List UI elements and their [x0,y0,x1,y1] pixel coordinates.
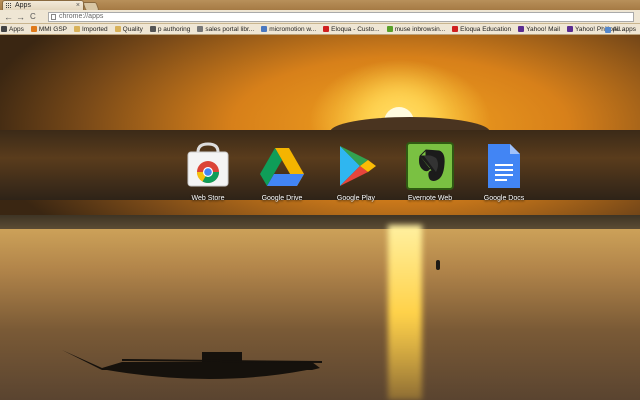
app-label: Google Drive [261,195,303,202]
bookmark-item[interactable]: MMI GSP [30,24,67,34]
app-web-store[interactable]: Web Store [172,142,244,202]
evernote-icon [406,142,454,190]
yahoo-icon [518,26,525,32]
google-docs-icon [480,142,528,190]
app-google-drive[interactable]: Google Drive [246,142,318,202]
eloqua-icon [452,26,459,32]
tab-title: Apps [15,2,31,9]
bookmark-label: Imported [82,25,108,33]
bookmark-item[interactable]: muse inbrowsin... [386,24,446,34]
page-icon [261,26,268,32]
google-drive-icon [258,142,306,190]
close-tab-icon[interactable]: × [76,1,80,10]
bookmark-item[interactable]: sales portal libr... [196,24,255,34]
apps-grid-icon [6,3,12,9]
apps-grid: Web Store Google Drive Google Play Evern… [0,142,640,212]
bookmark-item[interactable]: Yahoo! Mail [517,24,560,34]
bookmark-item[interactable]: Eloqua - Custo... [322,24,380,34]
app-google-play[interactable]: Google Play [320,142,392,202]
bookmark-item[interactable]: Quality [114,24,143,34]
bookmark-label: Quality [122,25,143,33]
bookmark-label: p authoring [157,25,191,33]
bookmark-item[interactable]: Apps [0,24,24,34]
chrome-web-store-icon [184,142,232,190]
sunset-background [0,35,640,400]
bookmarks-bar: Apps MMI GSP Imported Quality p authoring sal… [0,24,640,35]
app-label: Google Docs [483,195,525,202]
toolbar: ← → C chrome://apps [0,10,640,24]
title-bar: Apps × [0,0,640,11]
bookmark-item[interactable]: Imported [73,24,108,34]
app-google-docs[interactable]: Google Docs [468,142,540,202]
bookmark-label: Eloqua - Custo... [331,25,380,33]
bookmark-label: MMI GSP [38,25,67,33]
horizon-hills [0,215,640,229]
boat-silhouette [62,350,322,379]
yahoo-icon [566,26,573,32]
page-icon [197,26,204,32]
address-bar[interactable]: chrome://apps [48,12,634,22]
bookmark-item[interactable]: Eloqua Education [451,24,512,34]
swimmer-silhouette [436,260,440,270]
address-text: chrome://apps [59,13,104,20]
eloqua-icon [323,26,330,32]
app-evernote-web[interactable]: Evernote Web [394,142,466,202]
muse-icon [386,26,393,32]
sun-reflection [388,225,422,400]
page-icon [51,14,56,20]
folder-icon [114,26,121,32]
back-button[interactable]: ← [4,12,13,22]
bookmark-label: Yahoo! Mail [526,25,560,33]
tab-apps[interactable]: Apps × [2,0,84,10]
bookmark-label: All apps [612,26,636,33]
all-apps-bookmark[interactable]: All apps [604,24,636,34]
reload-button[interactable]: C [30,12,36,22]
bookmark-item[interactable]: micromotion w... [260,24,317,34]
bookmark-icon [149,26,156,32]
bookmark-label: Eloqua Education [460,25,512,33]
app-label: Web Store [191,195,225,202]
forward-button[interactable]: → [16,12,25,22]
folder-icon [74,26,80,32]
bookmark-label: Apps [9,25,24,33]
app-label: Google Play [336,195,376,202]
app-label: Evernote Web [407,195,453,202]
google-play-icon [332,142,380,190]
bookmark-item[interactable]: p authoring [149,24,191,34]
mmi-icon [30,26,37,32]
bookmark-label: micromotion w... [269,25,317,33]
apps-grid-icon [1,26,7,32]
bookmark-label: sales portal libr... [205,25,255,33]
bookmark-label: muse inbrowsin... [394,25,446,33]
apps-grid-icon [604,26,611,33]
